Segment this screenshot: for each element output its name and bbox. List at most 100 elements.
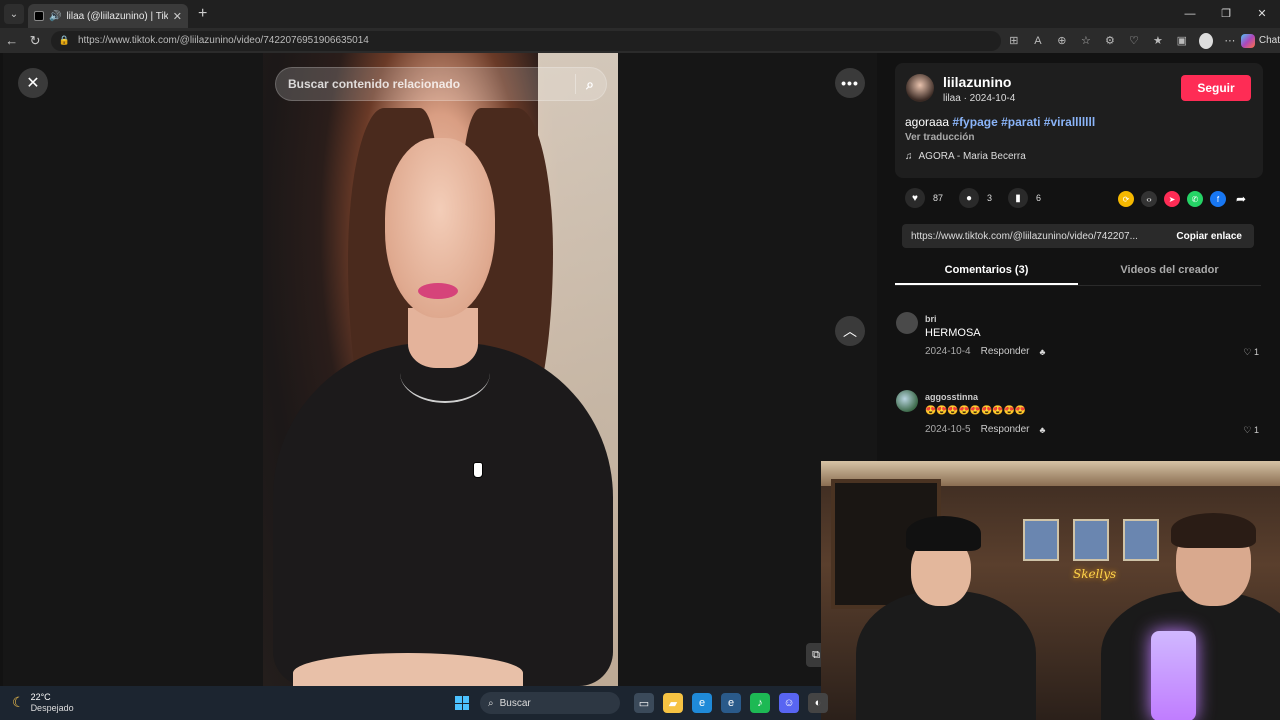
- music-title: AGORA - Maria Becerra: [918, 151, 1026, 162]
- windows-start-icon[interactable]: [455, 696, 469, 710]
- mouse-cursor-icon: [473, 462, 483, 478]
- commenter-avatar[interactable]: [896, 312, 918, 334]
- previous-video-button[interactable]: ︿: [835, 316, 865, 346]
- creator-nick-date: lilaa · 2024-10-4: [943, 93, 1016, 104]
- app-icon[interactable]: ◐: [808, 693, 828, 713]
- close-window-button[interactable]: ✕: [1244, 0, 1280, 28]
- url-text: https://www.tiktok.com/@liilazunino/vide…: [77, 35, 369, 46]
- toolbar-icons: ⊞ A ⊕ ☆ ⚙ ♡ ★ ▣ ⋯: [1007, 32, 1237, 49]
- wall-poster: [1023, 519, 1059, 561]
- url-field[interactable]: 🔒 https://www.tiktok.com/@liilazunino/vi…: [50, 30, 1001, 51]
- window-controls: — ❐ ✕: [1172, 0, 1280, 28]
- reply-button[interactable]: Responder: [981, 346, 1030, 357]
- follow-button[interactable]: Seguir: [1181, 75, 1251, 101]
- taskbar-search[interactable]: ⌕ Buscar: [480, 692, 620, 714]
- repost-icon[interactable]: ⟳: [1118, 191, 1134, 207]
- address-bar: ← ↻ 🔒 https://www.tiktok.com/@liilazunin…: [0, 28, 1280, 53]
- close-tab-icon[interactable]: ✕: [173, 10, 182, 23]
- translate-icon[interactable]: A: [1031, 35, 1045, 47]
- heart-icon: ♥: [905, 188, 925, 208]
- like-button[interactable]: ♥ 87: [905, 188, 943, 208]
- send-to-friends-icon[interactable]: ➤: [1164, 191, 1180, 207]
- new-tab-button[interactable]: +: [198, 5, 207, 23]
- comment-text: 😍😍😍😍😍😍😍😍😍: [925, 405, 1026, 415]
- edge-active-icon[interactable]: e: [721, 693, 741, 713]
- creator-username[interactable]: liilazunino: [943, 74, 1011, 90]
- site-info-icon[interactable]: 🔒: [59, 35, 70, 46]
- save-button[interactable]: ▮ 6: [1008, 188, 1041, 208]
- search-icon[interactable]: ⌕: [586, 76, 594, 93]
- music-link[interactable]: ♫ AGORA - Maria Becerra: [905, 151, 1026, 162]
- weather-condition: Despejado: [30, 703, 74, 713]
- spotify-icon[interactable]: ♪: [750, 693, 770, 713]
- more-options-button[interactable]: •••: [835, 68, 865, 98]
- file-explorer-icon[interactable]: ▰: [663, 693, 683, 713]
- save-count: 6: [1036, 193, 1042, 203]
- like-count: 87: [933, 193, 944, 203]
- video-player[interactable]: [263, 53, 618, 686]
- browser-essentials-icon[interactable]: ♡: [1127, 34, 1141, 47]
- taskbar-search-label: Buscar: [499, 697, 531, 709]
- wall-poster: [1123, 519, 1159, 561]
- wall-poster: [1073, 519, 1109, 561]
- hashtag-link[interactable]: #fypage: [952, 115, 997, 129]
- tab-comments[interactable]: Comentarios (3): [895, 256, 1078, 285]
- webcam-overlay: Skellys: [821, 461, 1280, 720]
- creator-avatar[interactable]: [906, 74, 934, 102]
- comment-button[interactable]: ● 3: [959, 188, 992, 208]
- profile-avatar[interactable]: [1198, 32, 1213, 49]
- share-arrow-icon[interactable]: ➦: [1233, 191, 1249, 207]
- commenter-username[interactable]: bri: [925, 314, 937, 324]
- comment-like-button[interactable]: ♡ 1: [1243, 425, 1259, 436]
- related-search-input[interactable]: Buscar contenido relacionado: [288, 77, 575, 91]
- weather-widget[interactable]: ☾ 22°C Despejado: [12, 692, 74, 713]
- edge-icon[interactable]: e: [692, 693, 712, 713]
- facebook-icon[interactable]: f: [1210, 191, 1226, 207]
- back-button[interactable]: ←: [0, 33, 23, 48]
- heart-outline-icon: ♡: [1243, 347, 1252, 357]
- heart-outline-icon: ♡: [1243, 425, 1252, 435]
- minimize-button[interactable]: —: [1172, 0, 1208, 28]
- app-available-icon[interactable]: ⊞: [1007, 34, 1021, 47]
- share-buttons: ⟳ ‹› ➤ ✆ f ➦: [1118, 191, 1249, 207]
- share-link-text[interactable]: https://www.tiktok.com/@liilazunino/vide…: [902, 231, 1164, 242]
- action-bar: ♥ 87 ● 3 ▮ 6: [905, 188, 1041, 208]
- hashtag-link[interactable]: #viralllllll: [1044, 115, 1095, 129]
- discord-icon[interactable]: ☺: [779, 693, 799, 713]
- favorite-star-icon[interactable]: ☆: [1079, 34, 1093, 47]
- video-area: Buscar contenido relacionado ⌕ ✕ ••• ︿ ⧉: [3, 53, 877, 686]
- copy-link-button[interactable]: Copiar enlace: [1164, 231, 1254, 242]
- related-search-bar[interactable]: Buscar contenido relacionado ⌕: [275, 67, 607, 101]
- close-video-button[interactable]: ✕: [18, 68, 48, 98]
- comment-date: 2024-10-5: [925, 424, 971, 435]
- hashtag-link[interactable]: #parati: [1001, 115, 1040, 129]
- whatsapp-icon[interactable]: ✆: [1187, 191, 1203, 207]
- browser-tab[interactable]: 🔊 lilaa (@liilazunino) | TikTok ✕: [28, 4, 188, 28]
- see-translation-link[interactable]: Ver traducción: [905, 132, 974, 143]
- panel-tabs: Comentarios (3) Videos del creador: [895, 256, 1261, 286]
- task-view-icon[interactable]: ▭: [634, 693, 654, 713]
- commenter-avatar[interactable]: [896, 390, 918, 412]
- tab-creator-videos[interactable]: Videos del creador: [1078, 256, 1261, 285]
- favorites-icon[interactable]: ★: [1151, 34, 1165, 47]
- copilot-button[interactable]: Chat: [1240, 33, 1280, 48]
- tab-actions-menu[interactable]: ⌄: [4, 4, 24, 24]
- restore-button[interactable]: ❐: [1208, 0, 1244, 28]
- rgb-lamp: [1151, 631, 1196, 720]
- caption-text: agoraaa: [905, 115, 950, 129]
- reply-button[interactable]: Responder: [981, 424, 1030, 435]
- comment-text: HERMOSA: [925, 327, 981, 339]
- more-menu-icon[interactable]: ⋯: [1223, 34, 1237, 47]
- comment-like-button[interactable]: ♡ 1: [1243, 347, 1259, 358]
- speaker-icon[interactable]: 🔊: [49, 11, 61, 22]
- collections-icon[interactable]: ▣: [1175, 34, 1189, 47]
- reload-button[interactable]: ↻: [23, 33, 46, 49]
- embed-icon[interactable]: ‹›: [1141, 191, 1157, 207]
- extensions-icon[interactable]: ⚙: [1103, 34, 1117, 47]
- neon-sign: Skellys: [1073, 567, 1117, 581]
- zoom-icon[interactable]: ⊕: [1055, 34, 1069, 47]
- commenter-username[interactable]: aggosstinna: [925, 392, 978, 402]
- taskbar-apps: ▭ ▰ e e ♪ ☺ ◐: [634, 693, 828, 713]
- tiktok-favicon-icon: [34, 11, 44, 21]
- windows-taskbar: ☾ 22°C Despejado ⌕ Buscar ▭ ▰ e e ♪ ☺ ◐: [0, 686, 828, 720]
